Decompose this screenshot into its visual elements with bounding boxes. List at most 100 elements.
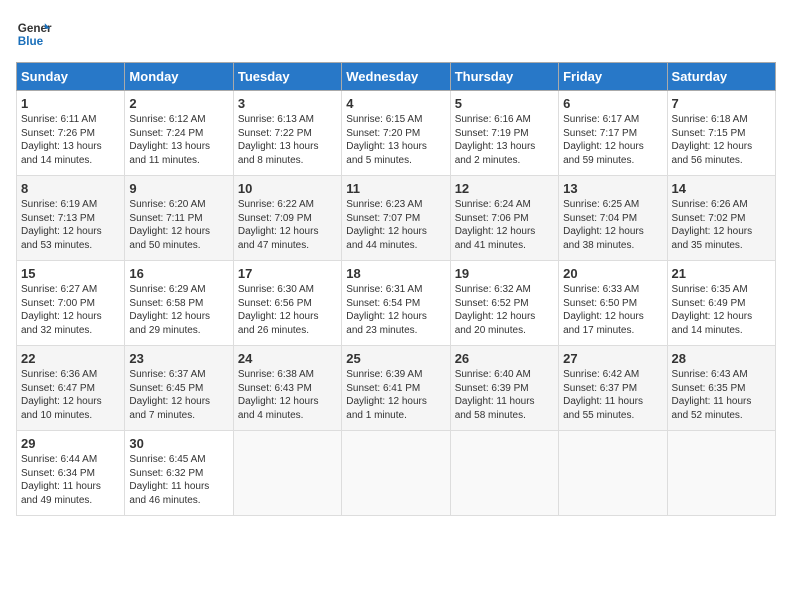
cell-content: Sunrise: 6:16 AMSunset: 7:19 PMDaylight:… [455,113,554,167]
calendar-cell: 21 Sunrise: 6:35 AMSunset: 6:49 PMDayligh… [667,261,775,346]
day-number: 1 [21,96,120,111]
calendar-cell: 8 Sunrise: 6:19 AMSunset: 7:13 PMDaylight… [17,176,125,261]
cell-content: Sunrise: 6:29 AMSunset: 6:58 PMDaylight:… [129,283,228,337]
calendar-cell: 30 Sunrise: 6:45 AMSunset: 6:32 PMDayligh… [125,431,233,516]
calendar-cell: 17 Sunrise: 6:30 AMSunset: 6:56 PMDayligh… [233,261,341,346]
header-row: SundayMondayTuesdayWednesdayThursdayFrid… [17,63,776,91]
calendar-cell: 23 Sunrise: 6:37 AMSunset: 6:45 PMDayligh… [125,346,233,431]
day-number: 19 [455,266,554,281]
calendar-cell [450,431,558,516]
calendar-cell: 27Sunrise: 6:42 AMSunset: 6:37 PMDayligh… [559,346,667,431]
cell-content: Sunrise: 6:31 AMSunset: 6:54 PMDaylight:… [346,283,445,337]
col-header-wednesday: Wednesday [342,63,450,91]
calendar-cell: 3 Sunrise: 6:13 AMSunset: 7:22 PMDaylight… [233,91,341,176]
cell-content: Sunrise: 6:43 AMSunset: 6:35 PMDaylight:… [672,368,771,422]
day-number: 23 [129,351,228,366]
day-number: 14 [672,181,771,196]
calendar-cell: 1 Sunrise: 6:11 AMSunset: 7:26 PMDaylight… [17,91,125,176]
calendar-week-2: 8 Sunrise: 6:19 AMSunset: 7:13 PMDaylight… [17,176,776,261]
page-header: General Blue [16,16,776,52]
calendar-cell: 18Sunrise: 6:31 AMSunset: 6:54 PMDayligh… [342,261,450,346]
calendar-cell: 11Sunrise: 6:23 AMSunset: 7:07 PMDayligh… [342,176,450,261]
col-header-friday: Friday [559,63,667,91]
cell-content: Sunrise: 6:26 AMSunset: 7:02 PMDaylight:… [672,198,771,252]
day-number: 9 [129,181,228,196]
calendar-cell: 22 Sunrise: 6:36 AMSunset: 6:47 PMDayligh… [17,346,125,431]
day-number: 10 [238,181,337,196]
calendar-cell: 29 Sunrise: 6:44 AMSunset: 6:34 PMDayligh… [17,431,125,516]
calendar-cell: 24 Sunrise: 6:38 AMSunset: 6:43 PMDayligh… [233,346,341,431]
day-number: 8 [21,181,120,196]
calendar-week-5: 29 Sunrise: 6:44 AMSunset: 6:34 PMDayligh… [17,431,776,516]
day-number: 3 [238,96,337,111]
day-number: 22 [21,351,120,366]
cell-content: Sunrise: 6:33 AMSunset: 6:50 PMDaylight:… [563,283,662,337]
cell-content: Sunrise: 6:19 AMSunset: 7:13 PMDaylight:… [21,198,120,252]
cell-content: Sunrise: 6:44 AMSunset: 6:34 PMDaylight:… [21,453,120,507]
day-number: 17 [238,266,337,281]
calendar-week-1: 1 Sunrise: 6:11 AMSunset: 7:26 PMDaylight… [17,91,776,176]
svg-text:Blue: Blue [18,35,44,48]
cell-content: Sunrise: 6:27 AMSunset: 7:00 PMDaylight:… [21,283,120,337]
cell-content: Sunrise: 6:25 AMSunset: 7:04 PMDaylight:… [563,198,662,252]
day-number: 12 [455,181,554,196]
logo-icon: General Blue [16,16,52,52]
calendar-cell [233,431,341,516]
calendar-cell: 20 Sunrise: 6:33 AMSunset: 6:50 PMDayligh… [559,261,667,346]
calendar-cell: 6Sunrise: 6:17 AMSunset: 7:17 PMDaylight… [559,91,667,176]
cell-content: Sunrise: 6:24 AMSunset: 7:06 PMDaylight:… [455,198,554,252]
calendar-cell: 15 Sunrise: 6:27 AMSunset: 7:00 PMDayligh… [17,261,125,346]
day-number: 20 [563,266,662,281]
cell-content: Sunrise: 6:40 AMSunset: 6:39 PMDaylight:… [455,368,554,422]
calendar-cell: 28 Sunrise: 6:43 AMSunset: 6:35 PMDayligh… [667,346,775,431]
cell-content: Sunrise: 6:11 AMSunset: 7:26 PMDaylight:… [21,113,120,167]
day-number: 30 [129,436,228,451]
calendar-cell [667,431,775,516]
cell-content: Sunrise: 6:32 AMSunset: 6:52 PMDaylight:… [455,283,554,337]
cell-content: Sunrise: 6:36 AMSunset: 6:47 PMDaylight:… [21,368,120,422]
calendar-cell: 7 Sunrise: 6:18 AMSunset: 7:15 PMDaylight… [667,91,775,176]
calendar-cell: 14 Sunrise: 6:26 AMSunset: 7:02 PMDayligh… [667,176,775,261]
calendar-table: SundayMondayTuesdayWednesdayThursdayFrid… [16,62,776,516]
calendar-cell: 25 Sunrise: 6:39 AMSunset: 6:41 PMDayligh… [342,346,450,431]
cell-content: Sunrise: 6:12 AMSunset: 7:24 PMDaylight:… [129,113,228,167]
day-number: 24 [238,351,337,366]
day-number: 6 [563,96,662,111]
col-header-saturday: Saturday [667,63,775,91]
day-number: 15 [21,266,120,281]
day-number: 28 [672,351,771,366]
cell-content: Sunrise: 6:38 AMSunset: 6:43 PMDaylight:… [238,368,337,422]
day-number: 13 [563,181,662,196]
day-number: 25 [346,351,445,366]
day-number: 27 [563,351,662,366]
cell-content: Sunrise: 6:30 AMSunset: 6:56 PMDaylight:… [238,283,337,337]
day-number: 7 [672,96,771,111]
day-number: 16 [129,266,228,281]
calendar-cell: 4 Sunrise: 6:15 AMSunset: 7:20 PMDaylight… [342,91,450,176]
day-number: 4 [346,96,445,111]
calendar-cell: 13 Sunrise: 6:25 AMSunset: 7:04 PMDayligh… [559,176,667,261]
day-number: 2 [129,96,228,111]
calendar-cell: 10Sunrise: 6:22 AMSunset: 7:09 PMDayligh… [233,176,341,261]
cell-content: Sunrise: 6:35 AMSunset: 6:49 PMDaylight:… [672,283,771,337]
col-header-sunday: Sunday [17,63,125,91]
logo: General Blue [16,16,52,52]
cell-content: Sunrise: 6:15 AMSunset: 7:20 PMDaylight:… [346,113,445,167]
cell-content: Sunrise: 6:20 AMSunset: 7:11 PMDaylight:… [129,198,228,252]
calendar-cell [342,431,450,516]
cell-content: Sunrise: 6:45 AMSunset: 6:32 PMDaylight:… [129,453,228,507]
cell-content: Sunrise: 6:39 AMSunset: 6:41 PMDaylight:… [346,368,445,422]
day-number: 11 [346,181,445,196]
calendar-cell: 2 Sunrise: 6:12 AMSunset: 7:24 PMDaylight… [125,91,233,176]
cell-content: Sunrise: 6:13 AMSunset: 7:22 PMDaylight:… [238,113,337,167]
calendar-cell: 16 Sunrise: 6:29 AMSunset: 6:58 PMDayligh… [125,261,233,346]
day-number: 21 [672,266,771,281]
col-header-monday: Monday [125,63,233,91]
calendar-cell: 26Sunrise: 6:40 AMSunset: 6:39 PMDayligh… [450,346,558,431]
calendar-cell: 9 Sunrise: 6:20 AMSunset: 7:11 PMDaylight… [125,176,233,261]
day-number: 29 [21,436,120,451]
calendar-cell: 19 Sunrise: 6:32 AMSunset: 6:52 PMDayligh… [450,261,558,346]
calendar-cell [559,431,667,516]
cell-content: Sunrise: 6:18 AMSunset: 7:15 PMDaylight:… [672,113,771,167]
cell-content: Sunrise: 6:37 AMSunset: 6:45 PMDaylight:… [129,368,228,422]
